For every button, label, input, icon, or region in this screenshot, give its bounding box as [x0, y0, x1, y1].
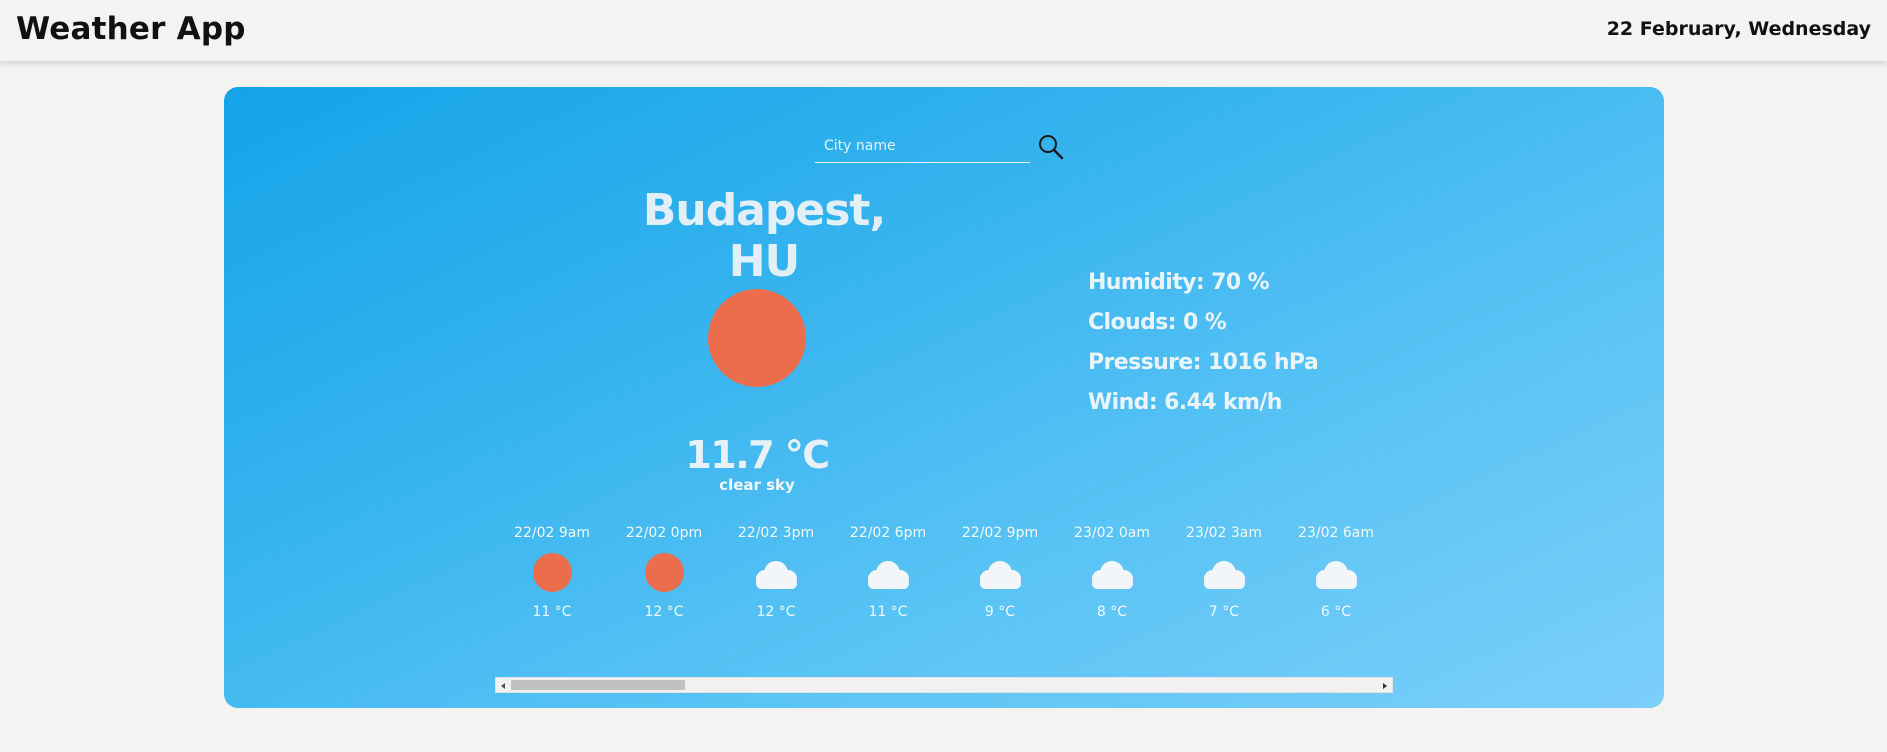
cloud-icon [756, 561, 797, 589]
weather-stats: Humidity: 70 % Clouds: 0 % Pressure: 101… [1088, 263, 1319, 423]
hourly-forecast[interactable]: 22/02 9am11 °Cclear sky22/02 0pm12 °Ccle… [496, 524, 1392, 621]
forecast-scrollbar[interactable] [495, 677, 1393, 693]
forecast-description: few clouds [720, 620, 832, 621]
sun-icon [645, 553, 684, 592]
forecast-description: overcast [1280, 620, 1392, 621]
forecast-temperature: 9 °C [984, 604, 1016, 620]
forecast-temperature: 12 °C [756, 604, 796, 620]
forecast-description: overcast [1056, 620, 1168, 621]
current-temperature: 11.7 °C [685, 433, 830, 477]
forecast-time: 22/02 6pm [849, 525, 927, 541]
city-search-input[interactable] [815, 127, 1030, 161]
forecast-time: 23/02 6am [1298, 525, 1374, 541]
cloud-icon [980, 561, 1021, 589]
forecast-item: 22/02 0pm 12 °Cclear sky [608, 524, 720, 621]
forecast-icon-slot [1280, 542, 1392, 600]
current-date: 22 February, Wednesday [1606, 18, 1871, 40]
forecast-temperature: 11 °C [868, 604, 908, 620]
forecast-item: 22/02 6pm11 °Cscatteredclouds [832, 524, 944, 621]
humidity-stat: Humidity: 70 % [1088, 270, 1270, 295]
forecast-item: 23/02 0am8 °Covercastclouds [1056, 524, 1168, 621]
scrollbar-thumb[interactable] [511, 680, 685, 690]
scroll-left-arrow-icon[interactable] [496, 678, 510, 692]
app-title: Weather App [16, 11, 246, 47]
forecast-icon-slot [944, 542, 1056, 600]
search-field [815, 127, 1030, 163]
search-icon[interactable] [1036, 132, 1066, 162]
forecast-description: clear sky [496, 620, 608, 621]
sun-icon [533, 553, 572, 592]
sun-icon [708, 289, 806, 387]
forecast-temperature: 6 °C [1320, 604, 1352, 620]
city-name: Budapest, HU [642, 185, 886, 287]
forecast-time: 22/02 0pm [625, 525, 703, 541]
forecast-icon-slot [496, 542, 608, 600]
forecast-time: 22/02 9am [514, 525, 590, 541]
app-header: Weather App 22 February, Wednesday [0, 0, 1887, 62]
forecast-time: 23/02 0am [1074, 525, 1150, 541]
forecast-icon-slot [608, 542, 720, 600]
forecast-icon-slot [720, 542, 832, 600]
forecast-item: 23/02 6am6 °Covercastclouds [1280, 524, 1392, 621]
cloud-icon [1092, 561, 1133, 589]
forecast-description: overcast [944, 620, 1056, 621]
weather-card: Budapest, HU 11.7 °C clear sky Humidity:… [224, 87, 1664, 708]
clouds-stat: Clouds: 0 % [1088, 310, 1227, 335]
forecast-icon-slot [832, 542, 944, 600]
pressure-stat: Pressure: 1016 hPa [1088, 350, 1319, 375]
forecast-item: 22/02 3pm 12 °Cfew clouds [720, 524, 832, 621]
forecast-temperature: 11 °C [532, 604, 572, 620]
cloud-icon [1204, 561, 1245, 589]
forecast-description: scattered [832, 620, 944, 621]
forecast-time: 22/02 9pm [961, 525, 1039, 541]
cloud-icon [1316, 561, 1357, 589]
forecast-icon-slot [1168, 542, 1280, 600]
forecast-time: 23/02 3am [1186, 525, 1262, 541]
scroll-right-arrow-icon[interactable] [1378, 678, 1392, 692]
forecast-item: 22/02 9am 11 °Cclear sky [496, 524, 608, 621]
forecast-description: overcast [1168, 620, 1280, 621]
current-condition: clear sky [719, 476, 795, 494]
forecast-item: 23/02 3am7 °Covercastclouds [1168, 524, 1280, 621]
forecast-description: clear sky [608, 620, 720, 621]
forecast-icon-slot [1056, 542, 1168, 600]
forecast-item: 22/02 9pm9 °Covercastclouds [944, 524, 1056, 621]
forecast-temperature: 7 °C [1208, 604, 1240, 620]
cloud-icon [868, 561, 909, 589]
forecast-time: 22/02 3pm [737, 525, 815, 541]
wind-stat: Wind: 6.44 km/h [1088, 390, 1282, 415]
forecast-temperature: 12 °C [644, 604, 684, 620]
forecast-temperature: 8 °C [1096, 604, 1128, 620]
